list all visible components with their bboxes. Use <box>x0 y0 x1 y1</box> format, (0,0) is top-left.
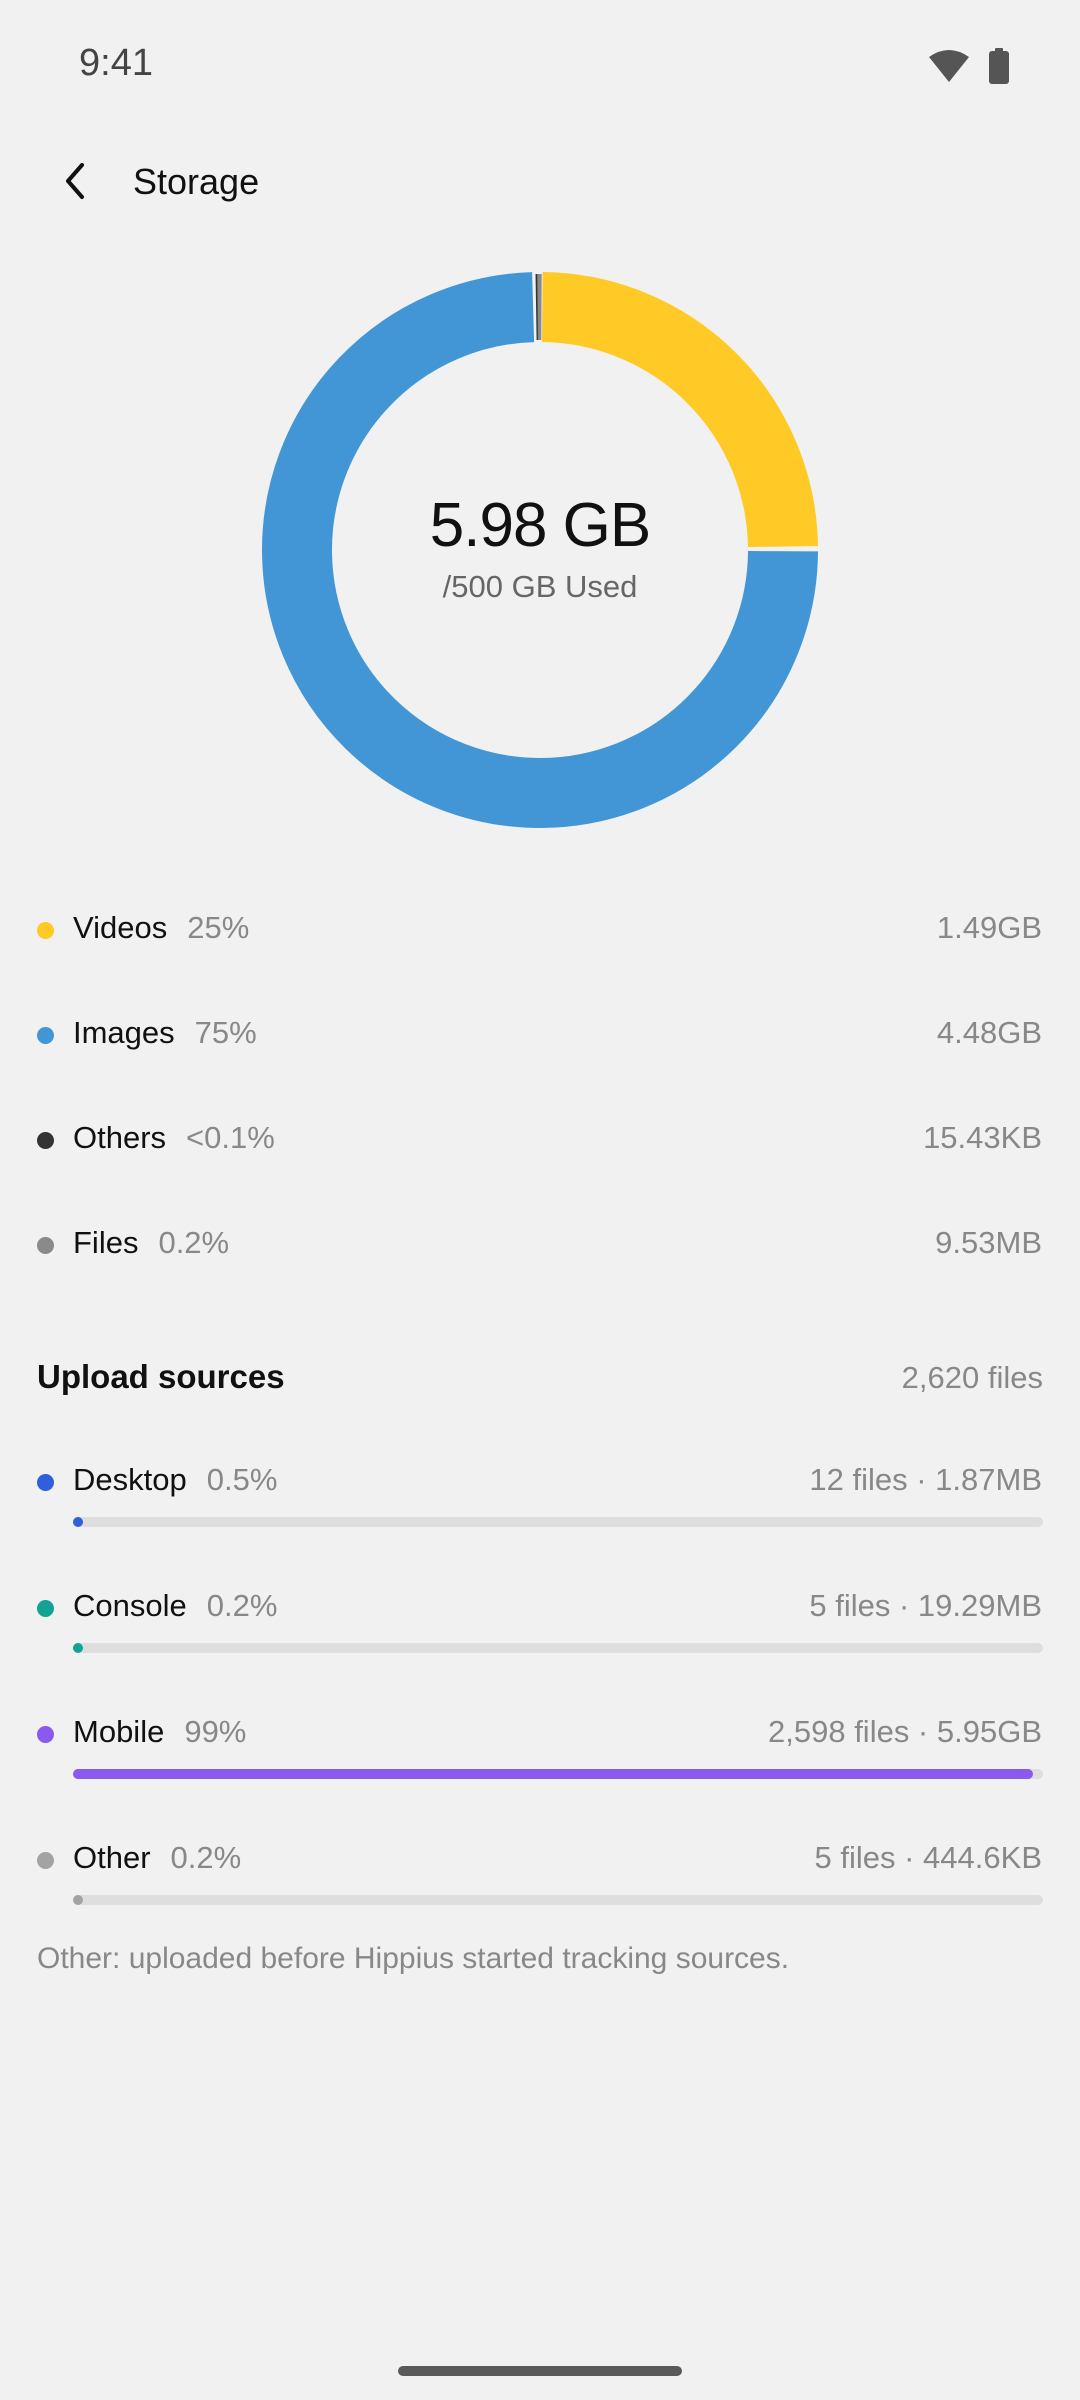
videos-color-dot <box>37 922 54 939</box>
source-progress-fill <box>73 1769 1033 1779</box>
wifi-icon <box>928 49 970 88</box>
upload-sources-header: Upload sources 2,620 files <box>37 1358 1043 1408</box>
source-progress-track <box>73 1517 1043 1527</box>
source-percent: 0.5% <box>206 1462 278 1497</box>
category-size: 4.48GB <box>936 1015 1042 1050</box>
source-label: Console <box>73 1588 187 1623</box>
source-row-other[interactable]: Other 0.2% 5 files · 444.6KB <box>0 1840 1080 1940</box>
source-row-mobile[interactable]: Mobile 99% 2,598 files · 5.95GB <box>0 1714 1080 1814</box>
category-percent: <0.1% <box>186 1120 275 1155</box>
source-info: 5 files · 19.29MB <box>809 1588 1042 1623</box>
storage-donut-chart: 5.98 GB /500 GB Used <box>262 272 818 828</box>
source-info: 5 files · 444.6KB <box>814 1840 1042 1875</box>
source-progress-fill <box>73 1895 83 1905</box>
source-label: Other <box>73 1840 151 1875</box>
category-size: 9.53MB <box>935 1225 1042 1260</box>
source-label: Mobile <box>73 1714 165 1749</box>
app-bar: Storage <box>0 140 1080 230</box>
used-storage-value: 5.98 GB <box>429 491 651 560</box>
source-percent: 0.2% <box>206 1588 278 1623</box>
source-info: 12 files · 1.87MB <box>809 1462 1042 1497</box>
category-row-videos[interactable]: Videos 25% 1.49GB <box>0 910 1080 980</box>
category-row-others[interactable]: Others <0.1% 15.43KB <box>0 1120 1080 1190</box>
category-label: Images <box>73 1015 175 1050</box>
category-percent: 25% <box>187 910 250 945</box>
source-percent: 0.2% <box>170 1840 242 1875</box>
status-bar: 9:41 <box>0 0 1080 134</box>
category-label: Files <box>73 1225 139 1260</box>
storage-screen: 9:41 Storage 5.98 GB /500 GB Used Videos… <box>0 0 1080 2400</box>
battery-icon <box>988 48 1010 89</box>
source-row-console[interactable]: Console 0.2% 5 files · 19.29MB <box>0 1588 1080 1688</box>
category-size: 15.43KB <box>923 1120 1042 1155</box>
images-color-dot <box>37 1027 54 1044</box>
category-name: Images 75% <box>73 1015 257 1051</box>
category-percent: 75% <box>194 1015 257 1050</box>
category-label: Videos <box>73 910 168 945</box>
console-color-dot <box>37 1600 54 1617</box>
source-info: 2,598 files · 5.95GB <box>768 1714 1042 1749</box>
category-label: Others <box>73 1120 167 1155</box>
page-title: Storage <box>133 161 260 202</box>
source-label: Desktop <box>73 1462 187 1497</box>
source-progress-fill <box>73 1517 83 1527</box>
category-row-files[interactable]: Files 0.2% 9.53MB <box>0 1225 1080 1295</box>
mobile-color-dot <box>37 1726 54 1743</box>
category-name: Videos 25% <box>73 910 249 946</box>
upload-sources-total: 2,620 files <box>901 1360 1043 1395</box>
source-percent: 99% <box>184 1714 247 1749</box>
source-progress-fill <box>73 1643 83 1653</box>
other-color-dot <box>37 1852 54 1869</box>
category-name: Others <0.1% <box>73 1120 275 1156</box>
source-progress-track <box>73 1643 1043 1653</box>
source-progress-track <box>73 1895 1043 1905</box>
category-size: 1.49GB <box>936 910 1042 945</box>
upload-sources-footnote: Other: uploaded before Hippius started t… <box>37 1942 790 1975</box>
source-progress-track <box>73 1769 1043 1779</box>
back-button[interactable] <box>42 150 108 216</box>
home-indicator[interactable] <box>398 2366 682 2376</box>
others-color-dot <box>37 1132 54 1149</box>
files-color-dot <box>37 1237 54 1254</box>
upload-sources-title: Upload sources <box>37 1358 285 1395</box>
status-icons <box>928 48 1010 89</box>
status-time: 9:41 <box>79 42 153 84</box>
category-row-images[interactable]: Images 75% 4.48GB <box>0 1015 1080 1085</box>
back-arrow-icon <box>60 161 90 206</box>
desktop-color-dot <box>37 1474 54 1491</box>
total-storage-label: /500 GB Used <box>442 569 638 604</box>
donut-center: 5.98 GB /500 GB Used <box>262 490 818 605</box>
source-name: Other 0.2% <box>73 1840 241 1876</box>
category-percent: 0.2% <box>158 1225 230 1260</box>
source-name: Mobile 99% <box>73 1714 246 1750</box>
source-name: Desktop 0.5% <box>73 1462 277 1498</box>
source-name: Console 0.2% <box>73 1588 277 1624</box>
source-row-desktop[interactable]: Desktop 0.5% 12 files · 1.87MB <box>0 1462 1080 1562</box>
category-name: Files 0.2% <box>73 1225 229 1261</box>
